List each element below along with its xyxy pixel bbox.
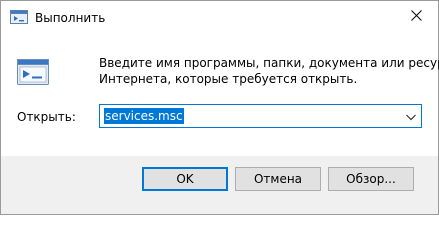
open-label: Открыть: [17, 110, 76, 124]
description-line: Введите имя программы, папки, документа … [99, 56, 439, 70]
description-text: Введите имя программы, папки, документа … [99, 55, 439, 87]
run-dialog-icon [16, 57, 50, 87]
dialog-body: Введите имя программы, папки, документа … [1, 33, 439, 156]
window-title: Выполнить [35, 11, 106, 25]
open-combobox[interactable]: services.msc [99, 104, 422, 128]
description-line: Интернета, которые требуется открыть. [99, 72, 358, 86]
button-bar: OK Отмена Обзор... [1, 156, 438, 214]
title-bar[interactable]: Выполнить [1, 1, 438, 33]
cancel-button[interactable]: Отмена [235, 167, 321, 191]
run-dialog: Выполнить Введите имя программы, папки, … [0, 0, 439, 215]
chevron-down-icon[interactable] [405, 111, 417, 121]
close-button[interactable] [394, 1, 438, 33]
run-app-icon [10, 9, 28, 25]
browse-button[interactable]: Обзор... [328, 167, 414, 191]
ok-button[interactable]: OK [142, 167, 228, 191]
open-input[interactable]: services.msc [104, 108, 184, 124]
close-icon [410, 10, 422, 24]
